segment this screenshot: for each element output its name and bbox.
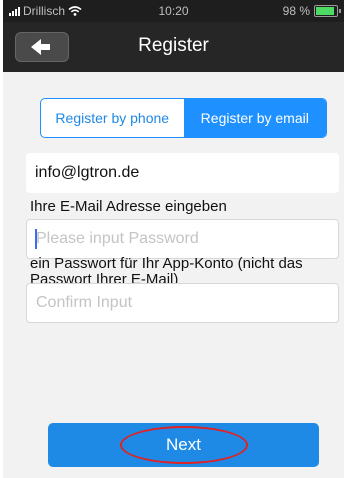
battery-icon [314, 5, 341, 17]
tab-register-by-email[interactable]: Register by email [183, 99, 326, 137]
email-hint: Ihre E-Mail Adresse eingeben [30, 198, 227, 215]
navigation-bar: Register [3, 22, 344, 72]
tab-register-by-phone[interactable]: Register by phone [41, 99, 184, 137]
phone-screen: Drillisch 10:20 98 % Register Register b… [3, 0, 344, 478]
next-button[interactable]: Next [48, 423, 319, 467]
battery-group: 98 % [282, 4, 341, 18]
battery-percent: 98 % [282, 4, 310, 18]
password-field[interactable] [26, 219, 339, 259]
register-method-tabs: Register by phone Register by email [40, 98, 327, 138]
confirm-password-field[interactable] [26, 283, 339, 323]
page-title: Register [138, 35, 209, 56]
status-bar: Drillisch 10:20 98 % [3, 0, 344, 22]
email-field[interactable] [26, 153, 339, 193]
text-cursor [35, 229, 37, 249]
